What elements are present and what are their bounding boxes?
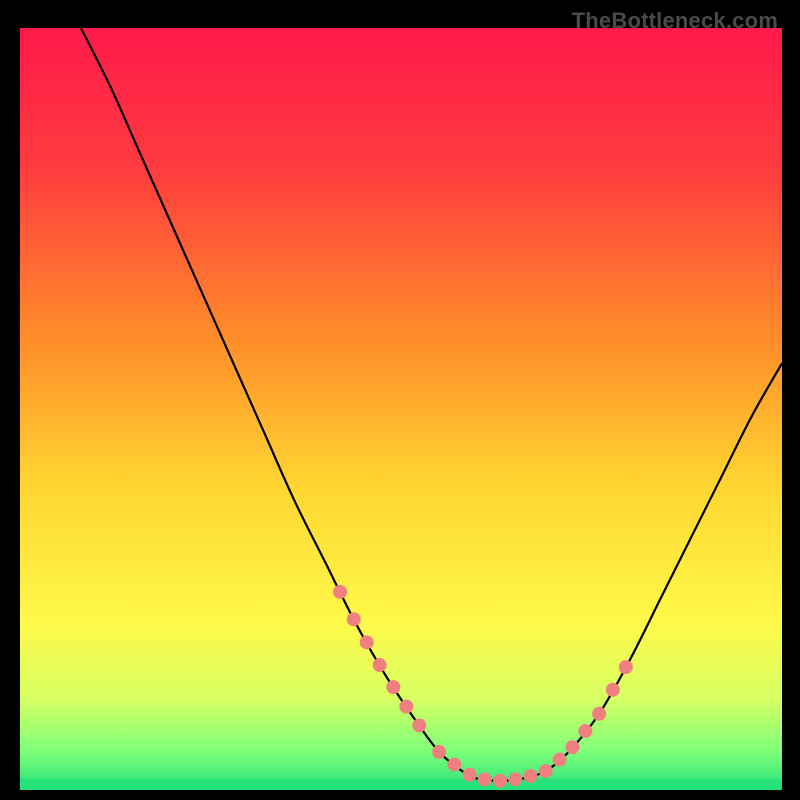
curve-marker — [347, 612, 361, 626]
curve-marker — [333, 585, 347, 599]
curve-marker — [539, 764, 553, 778]
curve-marker — [412, 718, 426, 732]
curve-marker — [524, 769, 538, 783]
bottom-accent-bar — [20, 779, 782, 790]
curve-marker — [373, 658, 387, 672]
curve-marker — [565, 740, 579, 754]
chart-frame: TheBottleneck.com — [8, 8, 792, 792]
curve-marker — [592, 707, 606, 721]
curve-marker — [619, 660, 633, 674]
curve-marker — [447, 758, 461, 772]
curve-marker — [432, 745, 446, 759]
curve-marker — [386, 680, 400, 694]
curve-marker — [508, 772, 522, 786]
bottleneck-chart — [20, 28, 782, 790]
plot-area — [20, 28, 782, 790]
curve-marker — [478, 772, 492, 786]
curve-marker — [606, 683, 620, 697]
curve-marker — [360, 635, 374, 649]
curve-marker — [493, 774, 507, 788]
curve-marker — [463, 768, 477, 782]
curve-marker — [578, 724, 592, 738]
curve-marker — [552, 753, 566, 767]
curve-marker — [399, 700, 413, 714]
